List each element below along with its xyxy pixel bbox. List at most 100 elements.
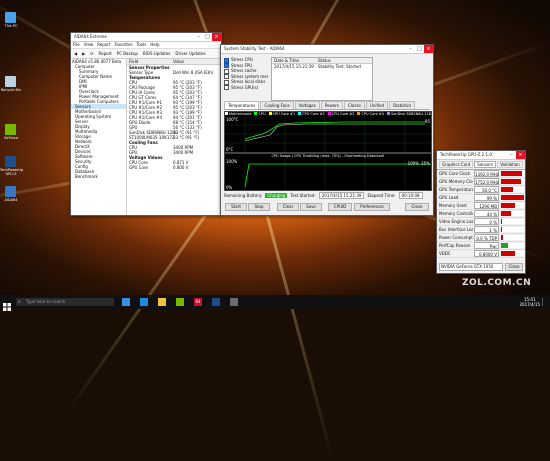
tab-powers[interactable]: Powers [321, 101, 343, 109]
tab-validation[interactable]: Validation [497, 161, 523, 168]
gpuz-sensor-row: Memory Used1290 MB [437, 202, 525, 210]
column-header-value[interactable]: Value [173, 59, 184, 64]
gpuz-window: TechPowerUp GPU-Z 2.1.0 –× Graphics Card… [436, 150, 526, 274]
cpuid-button[interactable]: CPUID [328, 203, 352, 211]
tab-graphics-card[interactable]: Graphics Card [439, 161, 473, 168]
legend-item: CPU [254, 112, 265, 116]
minimize-icon[interactable]: – [194, 33, 203, 41]
sensor-graph [501, 227, 524, 232]
close-icon[interactable]: × [212, 33, 221, 41]
report-button[interactable]: Report [99, 49, 112, 58]
column-header-status[interactable]: Status [318, 58, 331, 63]
title-bar[interactable]: TechPowerUp GPU-Z 2.1.0 –× [437, 151, 525, 160]
title-bar[interactable]: System Stability Test - AIDA64 –□× [221, 45, 433, 54]
tab-temperatures[interactable]: Temperatures [224, 101, 259, 109]
sensor-graph-fill [501, 203, 515, 208]
start-button[interactable]: Start [225, 203, 247, 211]
legend-swatch [269, 112, 272, 115]
tab-sensors[interactable]: Sensors [474, 161, 496, 168]
column-header-datetime[interactable]: Date & Time [272, 58, 318, 63]
gpuz-taskbar-icon[interactable] [212, 298, 220, 306]
task-view-icon[interactable] [122, 298, 130, 306]
navigation-tree: AIDA64 v5.80.4077 BetaComputerSummaryCom… [71, 59, 127, 215]
tab-cooling-fans[interactable]: Cooling Fans [260, 101, 293, 109]
sensor-graph [501, 171, 524, 176]
sensor-graph-fill [501, 171, 522, 176]
recycle-bin-icon[interactable] [5, 76, 16, 87]
checkbox-label: Stress local disks [231, 79, 265, 84]
checkbox[interactable] [224, 80, 229, 85]
checkbox-label: Stress CPU [231, 57, 253, 62]
search-icon: ⌕ [18, 299, 21, 305]
menu-report[interactable]: Report [97, 42, 110, 48]
tab-clocks[interactable]: Clocks [344, 101, 365, 109]
menu-view[interactable]: View [84, 42, 94, 48]
toolbar: ◀ ▶ ⟳ Report PC Backup BIOS Updates Driver… [71, 49, 221, 59]
sensor-value: 0.0 % TDP [474, 234, 499, 241]
legend-label: CPU Core #2 [302, 112, 325, 116]
edge-icon[interactable] [140, 298, 148, 306]
legend-swatch [254, 112, 257, 115]
aida64-taskbar-icon[interactable]: 64 [194, 298, 202, 306]
menu-favorites[interactable]: Favorites [114, 42, 132, 48]
menu-help[interactable]: Help [150, 42, 159, 48]
app-taskbar-icon[interactable] [230, 298, 238, 306]
gpu-select[interactable]: NVIDIA GeForce GTX 1050 [439, 263, 503, 271]
menu-tools[interactable]: Tools [137, 42, 147, 48]
event-datetime: 2017/4/15 15:21:39 [272, 64, 318, 69]
bios-updates-button[interactable]: BIOS Updates [143, 49, 170, 58]
tree-item[interactable]: Benchmark [71, 174, 126, 179]
tab-statistics[interactable]: Statistics [389, 101, 415, 109]
geforce-taskbar-icon[interactable] [176, 298, 184, 306]
close-icon[interactable]: × [424, 45, 433, 53]
tab-unified[interactable]: Unified [366, 101, 388, 109]
show-desktop-button[interactable] [542, 298, 548, 306]
desktop-icon-label: Recycle Bin [0, 88, 22, 92]
clear-button[interactable]: Clear [277, 203, 299, 211]
legend-label: SanDisk SD8SN8U-128G [391, 112, 431, 116]
geforce-icon[interactable] [5, 124, 16, 135]
preferences-button[interactable]: Preferences [354, 203, 390, 211]
pc-backup-button[interactable]: PC Backup [117, 49, 138, 58]
maximize-icon[interactable]: □ [415, 45, 424, 53]
stress-option[interactable]: Stress GPU(s) [224, 85, 268, 91]
forward-icon[interactable]: ▶ [82, 49, 85, 58]
checkbox[interactable] [224, 58, 229, 63]
core-temp-line [245, 124, 425, 141]
checkbox[interactable] [224, 85, 229, 90]
cpu-usage-graph: CPU Usage | CPU Throttling (max: 75%) - … [224, 153, 432, 191]
save-button[interactable]: Save [300, 203, 322, 211]
minimize-icon[interactable]: – [406, 45, 415, 53]
value-cell: 3400 RPM [173, 150, 193, 155]
file-explorer-icon[interactable] [158, 298, 166, 306]
stop-button[interactable]: Stop [248, 203, 270, 211]
aida64-desktop-icon[interactable] [5, 186, 16, 197]
checkbox[interactable] [224, 69, 229, 74]
gpuz-desktop-icon[interactable] [5, 156, 16, 167]
sensor-name: Bus Interface Load [437, 226, 473, 233]
close-icon[interactable]: × [516, 151, 525, 159]
sensor-graph [501, 235, 524, 240]
windows-start-icon[interactable] [2, 297, 12, 307]
tab-voltages[interactable]: Voltages [295, 101, 320, 109]
driver-updates-button[interactable]: Driver Updates [175, 49, 205, 58]
sensor-graph-fill [501, 211, 511, 216]
gpuz-close-button[interactable]: Close [505, 263, 523, 271]
maximize-icon[interactable]: □ [203, 33, 212, 41]
sensor-name: GPU Load [437, 194, 473, 201]
clock[interactable]: 15:41 2017/4/15 [519, 297, 540, 307]
battery-value: Charging [265, 193, 287, 198]
search-input[interactable]: Type here to search [16, 298, 114, 306]
desktop-icon-label: AIDA64 [0, 198, 22, 202]
menu-file[interactable]: File [73, 42, 80, 48]
desktop-icon-label: This PC [0, 24, 22, 28]
minimize-icon[interactable]: – [507, 151, 516, 159]
back-icon[interactable]: ◀ [74, 49, 77, 58]
title-bar[interactable]: AIDA64 Extreme –□× [71, 33, 221, 42]
close-button[interactable]: Close [405, 203, 429, 211]
column-header-field[interactable]: Field [127, 59, 173, 64]
this-pc-icon[interactable] [5, 12, 16, 23]
refresh-icon[interactable]: ⟳ [90, 49, 93, 58]
checkbox-label: Stress GPU(s) [231, 85, 258, 90]
sensor-value: 0 % [474, 218, 499, 225]
